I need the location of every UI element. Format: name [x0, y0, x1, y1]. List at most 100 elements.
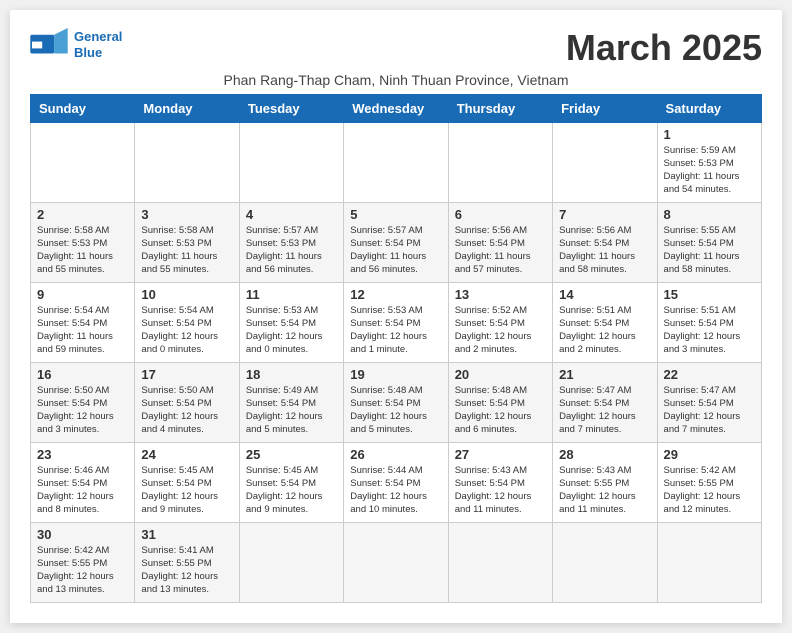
day-number: 30: [37, 527, 128, 542]
day-number: 21: [559, 367, 650, 382]
header-wednesday: Wednesday: [344, 94, 448, 122]
table-row: 22Sunrise: 5:47 AM Sunset: 5:54 PM Dayli…: [657, 362, 761, 442]
calendar-week-row: 16 Sunrise: 5:50 AM Sunset: 5:54 PM Dayli…: [31, 362, 762, 442]
day-number: 10: [141, 287, 232, 302]
header-saturday: Saturday: [657, 94, 761, 122]
day-info: Sunrise: 5:51 AM Sunset: 5:54 PM Dayligh…: [559, 304, 650, 357]
table-row: 28 Sunrise: 5:43 AM Sunset: 5:55 PM Dayli…: [553, 442, 657, 522]
title-area: March 2025: [566, 28, 762, 68]
calendar-week-row: 1 Sunrise: 5:59 AM Sunset: 5:53 PM Daylig…: [31, 122, 762, 202]
table-row: [657, 522, 761, 602]
table-row: 6 Sunrise: 5:56 AM Sunset: 5:54 PM Daylig…: [448, 202, 552, 282]
day-info: Sunrise: 5:45 AM Sunset: 5:54 PM Dayligh…: [141, 464, 232, 517]
table-row: 24 Sunrise: 5:45 AM Sunset: 5:54 PM Dayli…: [135, 442, 239, 522]
day-number: 6: [455, 207, 546, 222]
calendar-table: Sunday Monday Tuesday Wednesday Thursday…: [30, 94, 762, 603]
table-row: 14 Sunrise: 5:51 AM Sunset: 5:54 PM Dayli…: [553, 282, 657, 362]
day-info: Sunrise: 5:42 AM Sunset: 5:55 PM Dayligh…: [37, 544, 128, 597]
day-number: 11: [246, 287, 337, 302]
day-number: 4: [246, 207, 337, 222]
day-info: Sunrise: 5:50 AM Sunset: 5:54 PM Dayligh…: [37, 384, 128, 437]
day-info: Sunrise: 5:45 AM Sunset: 5:54 PM Dayligh…: [246, 464, 337, 517]
day-number: 25: [246, 447, 337, 462]
table-row: [448, 522, 552, 602]
table-row: 4Sunrise: 5:57 AM Sunset: 5:53 PM Daylig…: [239, 202, 343, 282]
header-thursday: Thursday: [448, 94, 552, 122]
table-row: 26Sunrise: 5:44 AM Sunset: 5:54 PM Dayli…: [344, 442, 448, 522]
calendar-header: General Blue March 2025: [30, 28, 762, 68]
table-row: 11 Sunrise: 5:53 AM Sunset: 5:54 PM Dayli…: [239, 282, 343, 362]
day-info: Sunrise: 5:47 AM Sunset: 5:54 PM Dayligh…: [559, 384, 650, 437]
calendar-week-row: 30 Sunrise: 5:42 AM Sunset: 5:55 PM Dayli…: [31, 522, 762, 602]
day-info: Sunrise: 5:52 AM Sunset: 5:54 PM Dayligh…: [455, 304, 546, 357]
day-number: 24: [141, 447, 232, 462]
day-info: Sunrise: 5:54 AM Sunset: 5:54 PM Dayligh…: [37, 304, 128, 357]
table-row: [344, 122, 448, 202]
day-info: Sunrise: 5:49 AM Sunset: 5:54 PM Dayligh…: [246, 384, 337, 437]
day-number: 20: [455, 367, 546, 382]
day-number: 14: [559, 287, 650, 302]
day-number: 16: [37, 367, 128, 382]
day-number: 8: [664, 207, 755, 222]
header-tuesday: Tuesday: [239, 94, 343, 122]
table-row: [31, 122, 135, 202]
day-number: 18: [246, 367, 337, 382]
table-row: [239, 122, 343, 202]
table-row: 17Sunrise: 5:50 AM Sunset: 5:54 PM Dayli…: [135, 362, 239, 442]
day-info: Sunrise: 5:42 AM Sunset: 5:55 PM Dayligh…: [664, 464, 755, 517]
table-row: 9Sunrise: 5:54 AM Sunset: 5:54 PM Daylig…: [31, 282, 135, 362]
table-row: [239, 522, 343, 602]
calendar-container: General Blue March 2025 Phan Rang-Thap C…: [10, 10, 782, 623]
logo-general: General: [74, 29, 122, 44]
day-number: 13: [455, 287, 546, 302]
day-number: 2: [37, 207, 128, 222]
day-info: Sunrise: 5:50 AM Sunset: 5:54 PM Dayligh…: [141, 384, 232, 437]
day-number: 22: [664, 367, 755, 382]
day-number: 1: [664, 127, 755, 142]
day-info: Sunrise: 5:46 AM Sunset: 5:54 PM Dayligh…: [37, 464, 128, 517]
table-row: 23 Sunrise: 5:46 AM Sunset: 5:54 PM Dayli…: [31, 442, 135, 522]
day-info: Sunrise: 5:48 AM Sunset: 5:54 PM Dayligh…: [350, 384, 441, 437]
table-row: [344, 522, 448, 602]
table-row: 25 Sunrise: 5:45 AM Sunset: 5:54 PM Dayli…: [239, 442, 343, 522]
table-row: 13 Sunrise: 5:52 AM Sunset: 5:54 PM Dayli…: [448, 282, 552, 362]
header-sunday: Sunday: [31, 94, 135, 122]
table-row: 27Sunrise: 5:43 AM Sunset: 5:54 PM Dayli…: [448, 442, 552, 522]
day-info: Sunrise: 5:53 AM Sunset: 5:54 PM Dayligh…: [246, 304, 337, 357]
day-info: Sunrise: 5:43 AM Sunset: 5:54 PM Dayligh…: [455, 464, 546, 517]
table-row: 30 Sunrise: 5:42 AM Sunset: 5:55 PM Dayli…: [31, 522, 135, 602]
day-info: Sunrise: 5:58 AM Sunset: 5:53 PM Dayligh…: [141, 224, 232, 277]
table-row: 20 Sunrise: 5:48 AM Sunset: 5:54 PM Dayli…: [448, 362, 552, 442]
generalblue-logo-icon: [30, 28, 68, 62]
calendar-week-row: 23 Sunrise: 5:46 AM Sunset: 5:54 PM Dayli…: [31, 442, 762, 522]
table-row: 12 Sunrise: 5:53 AM Sunset: 5:54 PM Dayli…: [344, 282, 448, 362]
table-row: 3 Sunrise: 5:58 AM Sunset: 5:53 PM Daylig…: [135, 202, 239, 282]
day-number: 28: [559, 447, 650, 462]
logo-blue: Blue: [74, 45, 102, 60]
day-info: Sunrise: 5:57 AM Sunset: 5:54 PM Dayligh…: [350, 224, 441, 277]
day-info: Sunrise: 5:58 AM Sunset: 5:53 PM Dayligh…: [37, 224, 128, 277]
day-number: 29: [664, 447, 755, 462]
day-info: Sunrise: 5:53 AM Sunset: 5:54 PM Dayligh…: [350, 304, 441, 357]
table-row: [553, 522, 657, 602]
day-info: Sunrise: 5:55 AM Sunset: 5:54 PM Dayligh…: [664, 224, 755, 277]
logo-area: General Blue: [30, 28, 122, 62]
day-info: Sunrise: 5:59 AM Sunset: 5:53 PM Dayligh…: [664, 144, 755, 197]
day-number: 12: [350, 287, 441, 302]
weekday-header-row: Sunday Monday Tuesday Wednesday Thursday…: [31, 94, 762, 122]
day-info: Sunrise: 5:56 AM Sunset: 5:54 PM Dayligh…: [455, 224, 546, 277]
day-info: Sunrise: 5:43 AM Sunset: 5:55 PM Dayligh…: [559, 464, 650, 517]
calendar-week-row: 9Sunrise: 5:54 AM Sunset: 5:54 PM Daylig…: [31, 282, 762, 362]
table-row: 16 Sunrise: 5:50 AM Sunset: 5:54 PM Dayli…: [31, 362, 135, 442]
day-number: 3: [141, 207, 232, 222]
header-friday: Friday: [553, 94, 657, 122]
day-info: Sunrise: 5:54 AM Sunset: 5:54 PM Dayligh…: [141, 304, 232, 357]
day-number: 31: [141, 527, 232, 542]
day-number: 5: [350, 207, 441, 222]
day-info: Sunrise: 5:48 AM Sunset: 5:54 PM Dayligh…: [455, 384, 546, 437]
day-number: 26: [350, 447, 441, 462]
table-row: 8 Sunrise: 5:55 AM Sunset: 5:54 PM Daylig…: [657, 202, 761, 282]
day-info: Sunrise: 5:51 AM Sunset: 5:54 PM Dayligh…: [664, 304, 755, 357]
table-row: 2 Sunrise: 5:58 AM Sunset: 5:53 PM Daylig…: [31, 202, 135, 282]
day-number: 23: [37, 447, 128, 462]
